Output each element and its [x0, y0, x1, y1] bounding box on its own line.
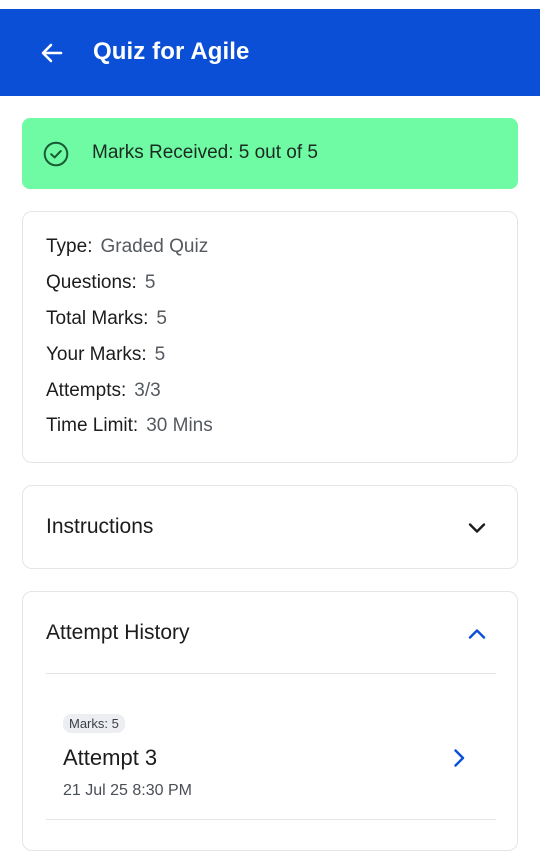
detail-value: 5: [156, 308, 167, 329]
back-button[interactable]: [38, 39, 66, 67]
divider: [46, 819, 496, 820]
detail-row-questions: Questions: 5: [46, 272, 155, 294]
attempt-name: Attempt 3: [63, 745, 158, 770]
check-circle-icon: [43, 141, 69, 167]
detail-value: 5: [154, 344, 166, 365]
attempt-history-title: Attempt History: [46, 621, 190, 644]
detail-value: Graded Quiz: [100, 236, 209, 257]
attempt-list-item[interactable]: Marks: 5 Attempt 3 21 Jul 25 8:30 PM: [46, 674, 496, 822]
detail-value: 3/3: [134, 380, 161, 401]
marks-received-banner: Marks Received: 5 out of 5: [22, 118, 518, 189]
detail-row-time-limit: Time Limit: 30 Mins: [46, 415, 213, 437]
attempt-history-accordion: Attempt History Marks: 5 Attempt 3 21 Ju…: [22, 591, 518, 851]
app-bar: Quiz for Agile: [0, 9, 540, 96]
arrow-left-icon: [41, 43, 63, 63]
chevron-up-icon[interactable]: [466, 623, 488, 645]
instructions-title: Instructions: [46, 515, 154, 538]
detail-value: 30 Mins: [146, 415, 213, 436]
marks-received-text: Marks Received: 5 out of 5: [92, 142, 318, 163]
page-title: Quiz for Agile: [93, 38, 250, 65]
detail-label: Time Limit:: [46, 415, 139, 436]
detail-label: Type:: [46, 236, 93, 257]
detail-label: Your Marks:: [46, 344, 147, 365]
attempt-date: 21 Jul 25 8:30 PM: [63, 782, 192, 799]
detail-row-total-marks: Total Marks: 5: [46, 308, 167, 330]
detail-row-type: Type: Graded Quiz: [46, 236, 208, 258]
instructions-accordion[interactable]: Instructions: [22, 485, 518, 569]
chevron-down-icon[interactable]: [466, 517, 488, 539]
detail-row-attempts: Attempts: 3/3: [46, 380, 161, 402]
detail-label: Total Marks:: [46, 308, 149, 329]
detail-label: Questions:: [46, 272, 137, 293]
status-bar-strip: [0, 0, 540, 9]
detail-row-your-marks: Your Marks: 5: [46, 344, 165, 366]
marks-chip: Marks: 5: [63, 714, 125, 733]
detail-label: Attempts:: [46, 380, 127, 401]
quiz-details-card: Type: Graded Quiz Questions: 5 Total Marks…: [22, 211, 518, 463]
chevron-right-icon[interactable]: [447, 746, 471, 770]
detail-value: 5: [144, 272, 156, 293]
